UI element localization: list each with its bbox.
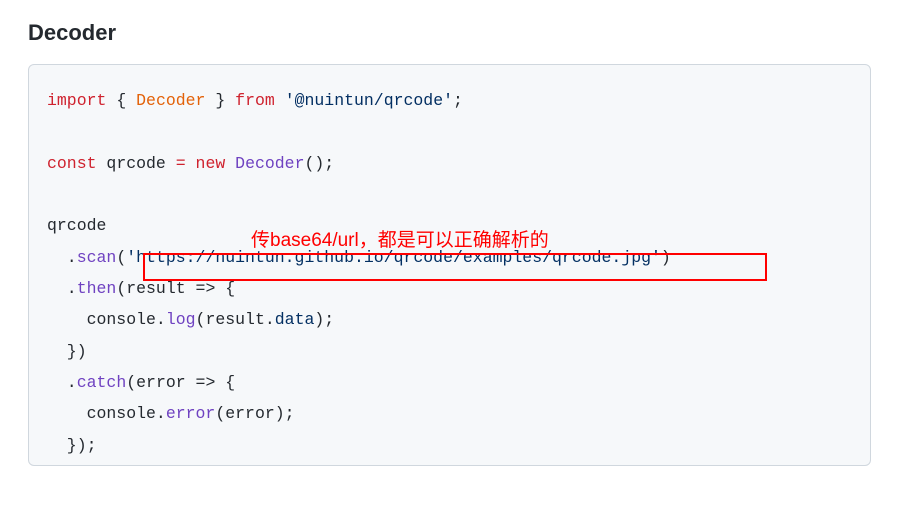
token-function: scan [77,248,117,267]
code-line-blank [47,179,852,210]
token-function: error [166,404,216,423]
token-plain: (result => { [116,279,235,298]
token-class: Decoder [235,154,304,173]
token-plain: (result. [196,310,275,329]
token-plain: { [106,91,136,110]
code-line: }) [47,336,852,367]
token-keyword: const [47,154,97,173]
code-line: .then(result => { [47,273,852,304]
token-plain: (error); [215,404,294,423]
code-line: .catch(error => { [47,367,852,398]
token-plain [225,154,235,173]
token-plain: ); [314,310,334,329]
token-keyword: new [196,154,226,173]
token-plain: (); [304,154,334,173]
token-plain [275,91,285,110]
token-function: catch [77,373,127,392]
code-block: 传base64/url，都是可以正确解析的 import { Decoder }… [28,64,871,466]
token-function: log [166,310,196,329]
code-line-blank [47,116,852,147]
token-plain: qrcode [47,216,106,235]
token-plain: ) [661,248,671,267]
token-plain: }) [47,342,87,361]
token-plain: } [205,91,235,110]
token-string: '@nuintun/qrcode' [285,91,453,110]
token-plain: (error => { [126,373,235,392]
token-property: data [275,310,315,329]
code-line: console.log(result.data); [47,304,852,335]
token-plain [186,154,196,173]
token-plain: . [47,248,77,267]
token-plain: ( [116,248,126,267]
token-plain: console. [47,310,166,329]
token-operator: = [176,154,186,173]
token-plain: . [47,373,77,392]
token-plain: qrcode [97,154,176,173]
code-line: }); [47,430,852,461]
code-line: import { Decoder } from '@nuintun/qrcode… [47,85,852,116]
token-keyword: import [47,91,106,110]
code-line: const qrcode = new Decoder(); [47,148,852,179]
token-plain: }); [47,436,97,455]
token-function: then [77,279,117,298]
section-heading: Decoder [28,20,871,46]
code-line: console.error(error); [47,398,852,429]
token-keyword: from [235,91,275,110]
annotation-label: 传base64/url，都是可以正确解析的 [251,223,549,259]
token-plain: ; [453,91,463,110]
token-plain: console. [47,404,166,423]
token-plain: . [47,279,77,298]
token-class: Decoder [136,91,205,110]
